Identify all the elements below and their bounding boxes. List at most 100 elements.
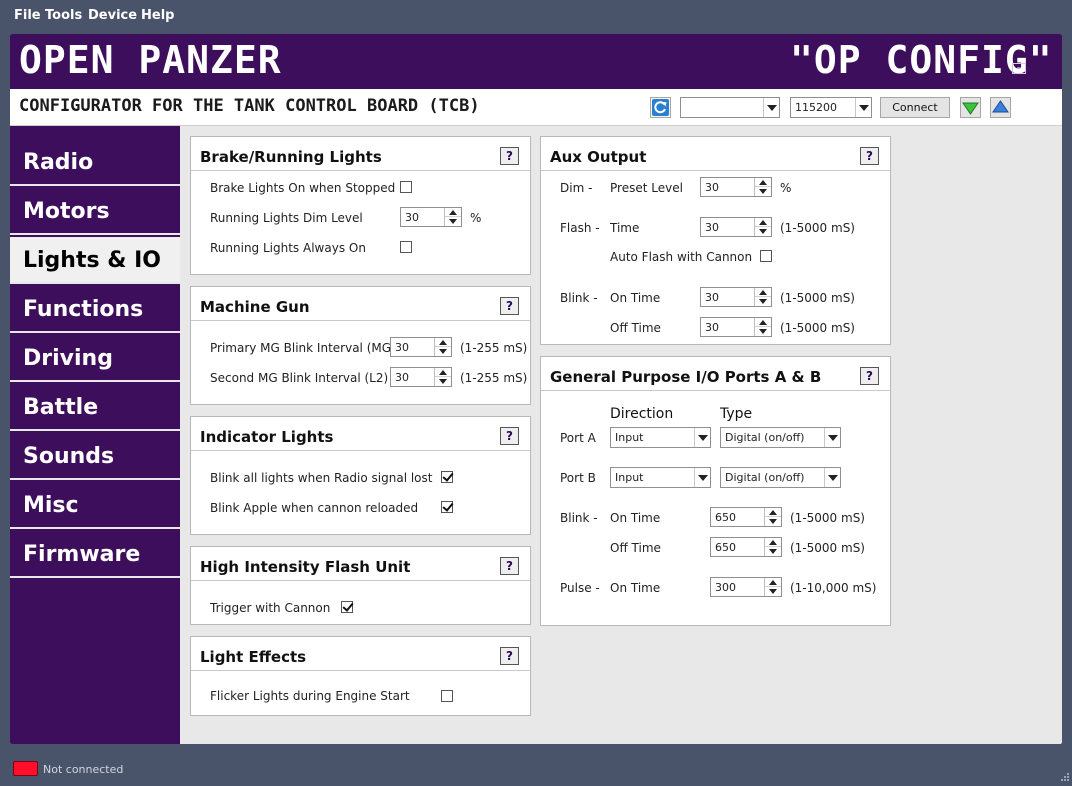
brake-on-stopped-checkbox[interactable] [400, 181, 412, 193]
sidebar-item-driving[interactable]: Driving [10, 335, 180, 382]
help-button[interactable]: ? [500, 297, 519, 315]
sidebar-item-battle[interactable]: Battle [10, 384, 180, 431]
refresh-ports-button[interactable] [650, 97, 671, 118]
stepper-up-icon[interactable] [435, 368, 451, 377]
running-dim-stepper[interactable]: 30 [400, 207, 462, 227]
aux-flash-time-stepper[interactable]: 30 [700, 217, 772, 237]
machine-gun-group: Machine Gun ? Primary MG Blink Interval … [190, 286, 531, 405]
chevron-down-icon [824, 428, 840, 447]
stepper-buttons [754, 218, 771, 236]
second-mg-stepper[interactable]: 30 [390, 367, 452, 387]
gpio-pulse-on-value: 300 [715, 581, 736, 594]
trigger-cannon-checkbox[interactable] [341, 601, 353, 613]
port-a-type-value: Digital (on/off) [725, 431, 805, 444]
stepper-up-icon[interactable] [765, 578, 781, 587]
aux-on-time-stepper[interactable]: 30 [700, 287, 772, 307]
menu-help[interactable]: Help [141, 8, 174, 23]
running-dim-unit: % [470, 211, 482, 225]
stepper-up-icon[interactable] [765, 538, 781, 547]
connect-button[interactable]: Connect [880, 97, 950, 118]
stepper-up-icon[interactable] [755, 178, 771, 187]
stepper-down-icon[interactable] [435, 347, 451, 356]
gpio-off-time-stepper[interactable]: 650 [710, 537, 782, 557]
baud-rate-select[interactable]: 115200 [790, 97, 872, 118]
chevron-down-icon [694, 428, 710, 447]
aux-off-time-stepper[interactable]: 30 [700, 317, 772, 337]
stepper-buttons [434, 368, 451, 386]
stepper-buttons [764, 578, 781, 596]
write-to-device-button[interactable] [990, 97, 1011, 118]
port-b-type-select[interactable]: Digital (on/off) [720, 467, 841, 488]
stepper-down-icon[interactable] [755, 327, 771, 336]
auto-flash-checkbox[interactable] [760, 250, 772, 262]
connection-status-led [13, 761, 38, 776]
aux-flash-label: Flash - [560, 221, 600, 235]
menu-tools[interactable]: Tools [45, 8, 82, 23]
aux-preset-unit: % [780, 181, 792, 195]
radio-lost-checkbox[interactable] [441, 471, 453, 483]
stepper-up-icon[interactable] [445, 208, 461, 217]
serial-port-select[interactable] [680, 97, 780, 118]
help-button[interactable]: ? [500, 427, 519, 445]
stepper-up-icon[interactable] [765, 508, 781, 517]
aux-preset-label: Preset Level [610, 181, 683, 195]
help-button[interactable]: ? [500, 647, 519, 665]
menu-file[interactable]: File [14, 8, 41, 23]
primary-mg-stepper[interactable]: 30 [390, 337, 452, 357]
resize-grip-icon[interactable] [1058, 772, 1070, 784]
always-on-checkbox[interactable] [400, 241, 412, 253]
stepper-buttons [764, 538, 781, 556]
aux-on-time-range: (1-5000 mS) [780, 291, 855, 305]
help-button[interactable]: ? [860, 147, 879, 165]
menu-device[interactable]: Device [88, 8, 137, 23]
sidebar-item-radio[interactable]: Radio [10, 139, 180, 186]
help-button[interactable]: ? [500, 557, 519, 575]
sidebar-item-sounds[interactable]: Sounds [10, 433, 180, 480]
primary-mg-range: (1-255 mS) [460, 341, 528, 355]
chevron-down-icon [824, 468, 840, 487]
stepper-down-icon[interactable] [435, 377, 451, 386]
port-a-direction-select[interactable]: Input [610, 427, 711, 448]
stepper-up-icon[interactable] [435, 338, 451, 347]
group-header: General Purpose I/O Ports A & B ? [541, 357, 890, 391]
port-a-type-select[interactable]: Digital (on/off) [720, 427, 841, 448]
sidebar-item-firmware[interactable]: Firmware [10, 531, 180, 578]
help-button[interactable]: ? [860, 367, 879, 385]
baud-rate-value: 115200 [795, 101, 837, 114]
stepper-down-icon[interactable] [755, 187, 771, 196]
help-button[interactable]: ? [500, 147, 519, 165]
gpio-off-time-range: (1-5000 mS) [790, 541, 865, 555]
gpio-on-time-value: 650 [715, 511, 736, 524]
stepper-up-icon[interactable] [755, 288, 771, 297]
stepper-up-icon[interactable] [755, 218, 771, 227]
gpio-pulse-on-stepper[interactable]: 300 [710, 577, 782, 597]
stepper-buttons [754, 318, 771, 336]
stepper-down-icon[interactable] [765, 547, 781, 556]
flicker-checkbox[interactable] [441, 690, 453, 702]
aux-preset-stepper[interactable]: 30 [700, 177, 772, 197]
sidebar-item-functions[interactable]: Functions [10, 286, 180, 333]
gpio-on-time-stepper[interactable]: 650 [710, 507, 782, 527]
read-from-device-button[interactable] [960, 97, 981, 118]
aux-dim-label: Dim - [560, 181, 593, 195]
flicker-label: Flicker Lights during Engine Start [210, 689, 410, 703]
apple-reload-checkbox[interactable] [441, 501, 453, 513]
sidebar-item-lights-io[interactable]: Lights & IO [10, 237, 180, 284]
sidebar-item-misc[interactable]: Misc [10, 482, 180, 529]
stepper-down-icon[interactable] [765, 587, 781, 596]
stepper-down-icon[interactable] [445, 217, 461, 226]
sidebar-item-motors[interactable]: Motors [10, 188, 180, 235]
stepper-down-icon[interactable] [755, 297, 771, 306]
stepper-down-icon[interactable] [765, 517, 781, 526]
stepper-up-icon[interactable] [755, 318, 771, 327]
port-b-direction-select[interactable]: Input [610, 467, 711, 488]
radio-lost-label: Blink all lights when Radio signal lost [210, 471, 433, 485]
stepper-buttons [764, 508, 781, 526]
toolbar: CONFIGURATOR FOR THE TANK CONTROL BOARD … [10, 89, 1062, 126]
stepper-down-icon[interactable] [755, 227, 771, 236]
primary-mg-value: 30 [395, 341, 409, 354]
collapse-icon[interactable]: – [1012, 63, 1026, 74]
chevron-down-icon [694, 468, 710, 487]
apple-reload-label: Blink Apple when cannon reloaded [210, 501, 419, 515]
stepper-buttons [444, 208, 461, 226]
